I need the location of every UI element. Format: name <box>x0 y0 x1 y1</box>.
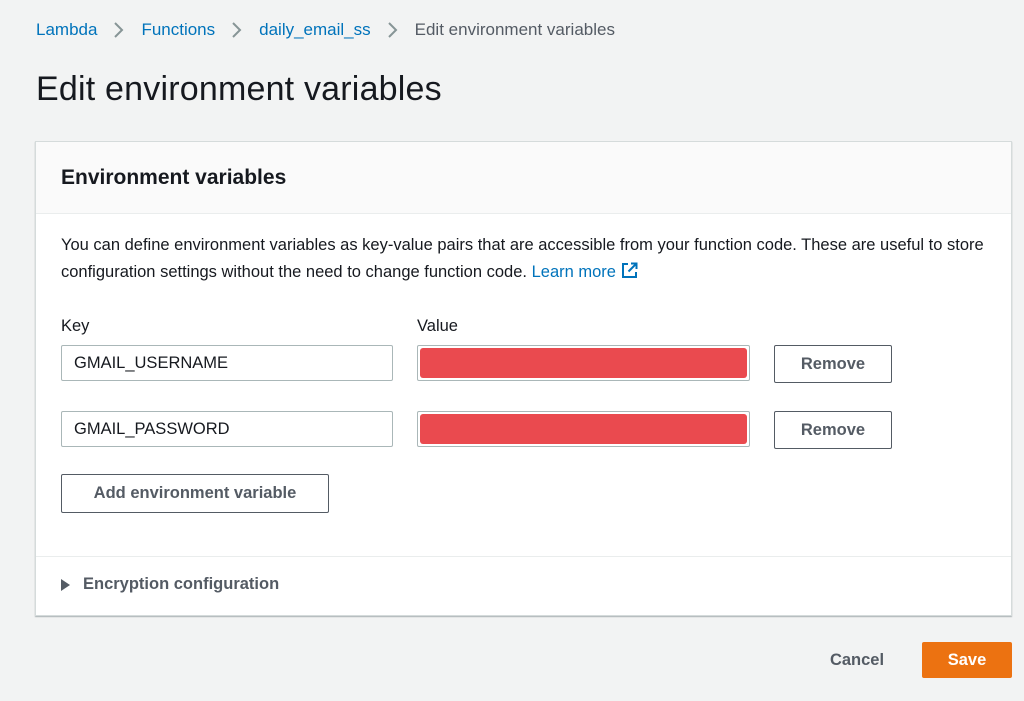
key-input-2[interactable] <box>61 411 393 447</box>
breadcrumb-current: Edit environment variables <box>414 20 615 39</box>
external-link-icon <box>621 261 638 288</box>
divider <box>36 556 1011 557</box>
remove-button-1[interactable]: Remove <box>774 345 892 383</box>
redacted-value <box>420 414 747 444</box>
cancel-button[interactable]: Cancel <box>813 642 901 678</box>
value-input-2[interactable] <box>417 411 750 447</box>
breadcrumb-functions-link[interactable]: Functions <box>141 20 215 40</box>
chevron-right-icon <box>215 18 259 42</box>
value-input-1[interactable] <box>417 345 750 381</box>
chevron-right-icon <box>371 18 415 42</box>
save-button[interactable]: Save <box>922 642 1012 678</box>
redacted-value <box>420 348 747 378</box>
environment-variables-panel: Environment variables You can define env… <box>35 141 1012 616</box>
description-text: You can define environment variables as … <box>61 236 984 281</box>
breadcrumb-function-link[interactable]: daily_email_ss <box>259 20 371 40</box>
learn-more-link[interactable]: Learn more <box>531 262 638 281</box>
breadcrumb-lambda-link[interactable]: Lambda <box>36 20 97 40</box>
encryption-configuration-toggle[interactable]: Encryption configuration <box>61 575 279 594</box>
breadcrumb: Lambda Functions daily_email_ss Edit env… <box>36 18 615 42</box>
key-column-label: Key <box>61 317 90 335</box>
page-title: Edit environment variables <box>36 70 442 108</box>
learn-more-label: Learn more <box>531 263 616 281</box>
remove-button-2[interactable]: Remove <box>774 411 892 449</box>
value-column-label: Value <box>417 317 458 335</box>
key-input-1[interactable] <box>61 345 393 381</box>
add-environment-variable-button[interactable]: Add environment variable <box>61 474 329 513</box>
panel-description: You can define environment variables as … <box>61 232 996 288</box>
chevron-right-icon <box>97 18 141 42</box>
encryption-configuration-label: Encryption configuration <box>83 575 280 593</box>
panel-header: Environment variables <box>36 142 1011 214</box>
caret-right-icon <box>61 578 70 591</box>
panel-title: Environment variables <box>61 166 287 189</box>
